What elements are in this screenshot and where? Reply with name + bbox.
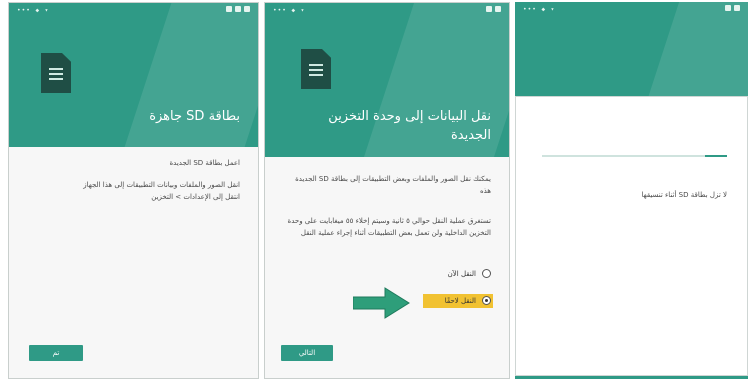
status-time: ••• ◆ ▾ bbox=[523, 6, 556, 13]
screenshot-canvas: ••• ◆ ▾ بطاقة SD جاهزة اعمل بطاقة SD الج… bbox=[0, 0, 753, 381]
body-line-3: انتقل إلى الإعدادات > التخزين bbox=[151, 193, 240, 201]
status-icons bbox=[725, 5, 740, 11]
sd-card-icon bbox=[301, 49, 331, 89]
option-label: النقل لاحقًا bbox=[444, 296, 476, 305]
option-move-now[interactable]: النقل الآن bbox=[448, 269, 491, 278]
phone-screen-sd-ready: ••• ◆ ▾ بطاقة SD جاهزة اعمل بطاقة SD الج… bbox=[8, 2, 259, 379]
progress-fill bbox=[704, 155, 727, 157]
radio-button[interactable] bbox=[482, 269, 491, 278]
status-bar: ••• ◆ ▾ bbox=[265, 3, 509, 17]
status-icons bbox=[486, 6, 501, 12]
screen-title: جار تنسيق بطاقة SD... bbox=[611, 112, 738, 127]
screen-title: بطاقة SD جاهزة bbox=[149, 109, 240, 124]
screen-title: نقل البيانات إلى وحدة التخزين الجديدة bbox=[328, 109, 491, 143]
done-button[interactable]: تم bbox=[29, 345, 83, 361]
phone-screen-move-data: ••• ◆ ▾ نقل البيانات إلى وحدة التخزين ال… bbox=[264, 2, 510, 379]
option-move-later[interactable]: النقل لاحقًا bbox=[445, 296, 491, 305]
status-time: ••• ◆ ▾ bbox=[17, 7, 50, 14]
body-paragraph-1: يمكنك نقل الصور والملفات وبعض التطبيقات … bbox=[295, 175, 491, 195]
status-time: ••• ◆ ▾ bbox=[273, 7, 306, 14]
body-line-1: لا تزل بطاقة SD أثناء تنسيقها bbox=[641, 191, 727, 199]
radio-button[interactable] bbox=[482, 296, 491, 305]
status-bar: ••• ◆ ▾ bbox=[9, 3, 258, 17]
status-icons bbox=[226, 6, 250, 12]
progress-bar bbox=[542, 155, 727, 157]
body-line-1: اعمل بطاقة SD الجديدة bbox=[169, 159, 240, 167]
next-button[interactable]: التالي bbox=[281, 345, 333, 361]
arrow-icon bbox=[353, 287, 410, 319]
status-bar: ••• ◆ ▾ bbox=[515, 2, 748, 16]
format-progress-card: لا تزل بطاقة SD أثناء تنسيقها bbox=[515, 96, 748, 376]
option-label: النقل الآن bbox=[447, 269, 476, 278]
sd-card-icon bbox=[41, 53, 71, 93]
body-paragraph-2: تستغرق عملية النقل حوالي ٥ ثانية وسيتم إ… bbox=[287, 217, 491, 237]
body-line-2: انقل الصور والملفات وبيانات التطبيقات إل… bbox=[83, 181, 240, 189]
